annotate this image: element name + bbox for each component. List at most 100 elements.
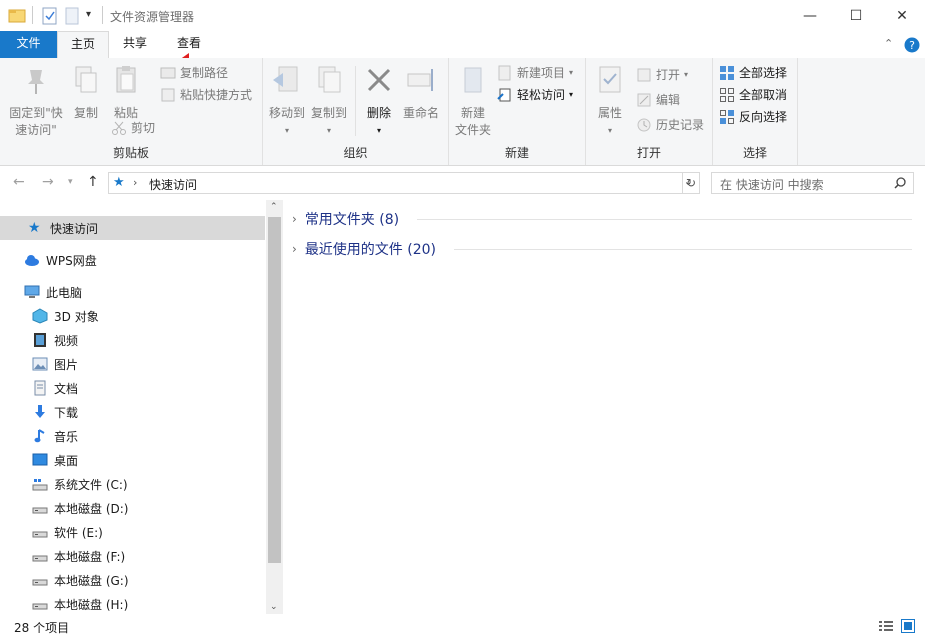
nav-item-label: 图片	[54, 356, 78, 373]
nav-this-pc-item[interactable]: 3D 对象	[0, 304, 265, 328]
nav-this-pc-item[interactable]: 本地磁盘 (F:)	[0, 544, 265, 568]
expand-chevron-icon[interactable]: ›	[292, 212, 297, 226]
select-none-button[interactable]: 全部取消	[719, 85, 787, 105]
help-icon[interactable]: ?	[904, 37, 920, 53]
paste-shortcut-icon	[160, 87, 176, 103]
music-icon	[32, 428, 48, 444]
copy-to-dropdown-icon: ▾	[309, 122, 349, 139]
tab-file[interactable]: 文件	[0, 31, 57, 58]
cloud-icon	[24, 252, 40, 268]
nav-this-pc-item[interactable]: 视频	[0, 328, 265, 352]
customize-quick-access-icon[interactable]: ▾	[86, 9, 91, 20]
select-group: 全部选择 全部取消 反向选择 选择	[713, 58, 798, 165]
refresh-icon: ↻	[686, 176, 696, 190]
properties-dropdown-icon: ▾	[590, 122, 630, 139]
copy-button[interactable]: 复制	[68, 64, 104, 122]
open-button[interactable]: 打开 ▾	[636, 65, 688, 85]
invert-selection-button[interactable]: 反向选择	[719, 107, 787, 127]
copy-path-button[interactable]: 复制路径	[160, 63, 228, 83]
nav-this-pc[interactable]: 此电脑	[0, 280, 265, 304]
delete-button[interactable]: 删除 ▾	[361, 64, 397, 139]
pin-label-line2: 速访问"	[6, 122, 66, 139]
tab-home[interactable]: 主页	[57, 31, 109, 59]
move-to-dropdown-icon: ▾	[267, 122, 307, 139]
rename-button[interactable]: 重命名	[399, 64, 443, 122]
new-folder-button[interactable]: 新建 文件夹	[453, 64, 493, 139]
nav-wps[interactable]: WPS网盘	[0, 248, 265, 272]
cut-button[interactable]: 剪切	[111, 118, 155, 138]
back-icon[interactable]: ←	[13, 174, 25, 190]
title-bar: ▾ 文件资源管理器 — ☐ ✕	[0, 0, 925, 31]
search-icon[interactable]	[894, 177, 906, 189]
pin-quick-access-button[interactable]: 固定到"快 速访问"	[6, 64, 66, 139]
nav-this-pc-item[interactable]: 音乐	[0, 424, 265, 448]
breadcrumb-separator-icon[interactable]: ›	[133, 176, 137, 189]
new-folder-icon	[457, 64, 489, 96]
new-item-label: 新建项目	[517, 63, 565, 83]
open-icon	[636, 67, 652, 83]
maximize-button[interactable]: ☐	[833, 0, 879, 31]
address-bar[interactable]: ★ › 快速访问 ⌄	[108, 172, 700, 194]
copy-path-icon	[160, 65, 176, 81]
nav-this-pc-item[interactable]: 本地磁盘 (G:)	[0, 568, 265, 592]
open-dropdown-icon: ▾	[684, 65, 688, 85]
nav-this-pc-item[interactable]: 本地磁盘 (H:)	[0, 592, 265, 616]
divider	[454, 249, 912, 250]
breadcrumb-quick-access[interactable]: 快速访问	[149, 176, 197, 193]
up-icon[interactable]: ↑	[87, 174, 99, 190]
divider	[355, 66, 356, 136]
forward-icon[interactable]: →	[42, 174, 54, 190]
nav-this-pc-item[interactable]: 文档	[0, 376, 265, 400]
folder-icon	[8, 7, 26, 25]
frequent-folders-group[interactable]: › 常用文件夹 (8)	[292, 208, 912, 230]
scroll-up-icon[interactable]: ⌃	[270, 202, 278, 212]
minimize-button[interactable]: —	[787, 0, 833, 31]
copy-to-button[interactable]: 复制到 ▾	[309, 64, 349, 139]
nav-this-pc-item[interactable]: 下载	[0, 400, 265, 424]
drive-icon	[32, 572, 48, 588]
history-button[interactable]: 历史记录	[636, 115, 704, 135]
nav-this-pc-item[interactable]: 图片	[0, 352, 265, 376]
divider	[32, 6, 33, 24]
large-icons-view-icon[interactable]	[901, 619, 915, 633]
invert-selection-icon	[719, 109, 735, 125]
new-group-label: 新建	[449, 144, 585, 161]
scroll-down-icon[interactable]: ⌄	[270, 602, 278, 612]
3d-objects-icon	[32, 308, 48, 324]
details-view-icon[interactable]	[879, 620, 893, 632]
nav-this-pc-item[interactable]: 软件 (E:)	[0, 520, 265, 544]
easy-access-button[interactable]: 轻松访问 ▾	[497, 85, 573, 105]
refresh-button[interactable]: ↻	[682, 172, 700, 194]
properties-icon[interactable]	[42, 7, 58, 25]
paste-button[interactable]: 粘贴	[108, 64, 144, 122]
nav-this-pc-item[interactable]: 桌面	[0, 448, 265, 472]
nav-quick-access[interactable]: ★ 快速访问	[0, 216, 265, 240]
search-box[interactable]: 在 快速访问 中搜索	[711, 172, 914, 194]
rename-label: 重命名	[399, 105, 443, 122]
collapse-ribbon-icon[interactable]: ⌃	[884, 37, 893, 50]
properties-button[interactable]: 属性 ▾	[590, 64, 630, 139]
expand-chevron-icon[interactable]: ›	[292, 242, 297, 256]
edit-button[interactable]: 编辑	[636, 90, 680, 110]
move-to-button[interactable]: 移动到 ▾	[267, 64, 307, 139]
nav-item-label: 系统文件 (C:)	[54, 476, 128, 493]
paste-shortcut-button[interactable]: 粘贴快捷方式	[160, 85, 252, 105]
close-button[interactable]: ✕	[879, 0, 925, 31]
paste-icon	[110, 64, 142, 96]
download-icon	[32, 404, 48, 420]
scrollbar-thumb[interactable]	[268, 217, 281, 563]
new-item-button[interactable]: 新建项目 ▾	[497, 63, 573, 83]
edit-icon	[636, 92, 652, 108]
status-bar: 28 个项目	[0, 614, 925, 639]
invert-selection-label: 反向选择	[739, 107, 787, 127]
nav-item-label: 本地磁盘 (G:)	[54, 572, 129, 589]
organize-group: 移动到 ▾ 复制到 ▾ 删除 ▾ 重命名 组织	[263, 58, 449, 165]
ribbon: 固定到"快 速访问" 复制 粘贴 复制路径 粘贴快捷方式	[0, 58, 925, 166]
open-group: 属性 ▾ 打开 ▾ 编辑 历史记录 打开	[586, 58, 713, 165]
recent-locations-icon[interactable]: ▾	[68, 177, 73, 187]
nav-this-pc-item[interactable]: 本地磁盘 (D:)	[0, 496, 265, 520]
nav-this-pc-item[interactable]: 系统文件 (C:)	[0, 472, 265, 496]
select-all-button[interactable]: 全部选择	[719, 63, 787, 83]
recent-files-group[interactable]: › 最近使用的文件 (20)	[292, 238, 912, 260]
new-folder-quick-icon[interactable]	[64, 7, 80, 25]
